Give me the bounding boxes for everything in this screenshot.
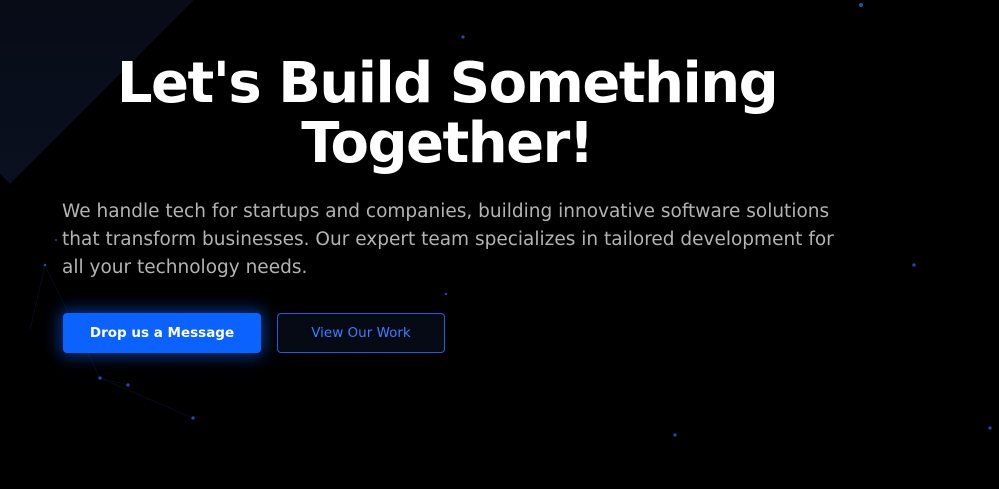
hero-headline-line-2: Together! — [301, 111, 594, 176]
view-our-work-button[interactable]: View Our Work — [277, 313, 445, 353]
drop-us-a-message-button[interactable]: Drop us a Message — [63, 313, 261, 353]
hero-headline: Let's Build Something Together! — [62, 54, 832, 174]
hero-description: We handle tech for startups and companie… — [62, 201, 834, 278]
hero-headline-line-1: Let's Build Something — [116, 51, 779, 116]
hero-section: Let's Build Something Together! We handl… — [0, 0, 999, 489]
